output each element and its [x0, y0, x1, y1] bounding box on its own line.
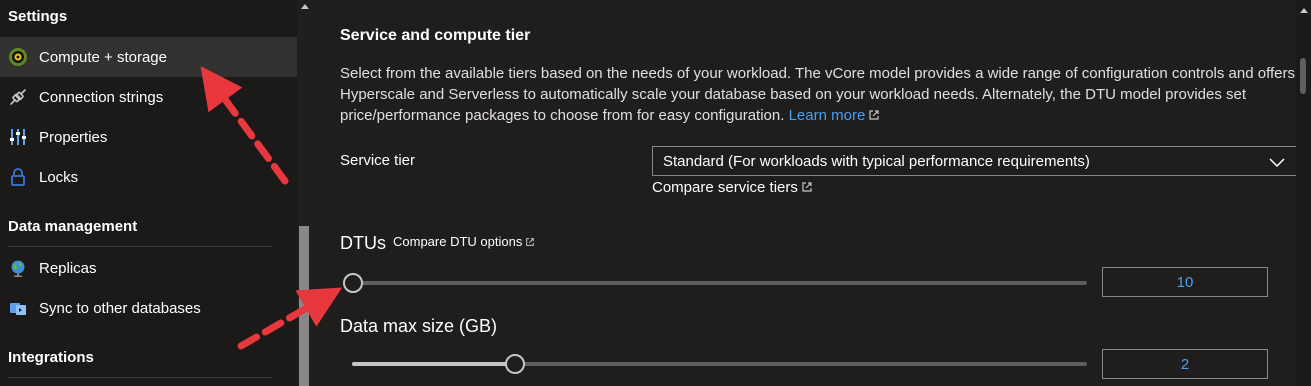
- lock-icon: [8, 167, 28, 187]
- section-divider: [8, 377, 272, 378]
- dtus-value: 10: [1176, 273, 1194, 291]
- compare-service-tiers-label: Compare service tiers: [652, 179, 798, 196]
- data-max-size-value: 2: [1180, 355, 1190, 373]
- scrollbar-thumb[interactable]: [1300, 58, 1306, 94]
- description: Select from the available tiers based on…: [340, 63, 1295, 127]
- sidebar-item-label: Locks: [39, 168, 79, 186]
- sync-icon: [8, 298, 28, 318]
- page-title: Service and compute tier: [340, 27, 531, 44]
- sidebar: Settings Compute + storage Connection st…: [0, 0, 297, 386]
- dtus-input[interactable]: 10: [1102, 267, 1268, 297]
- external-link-icon: [801, 180, 813, 197]
- properties-icon: [8, 127, 28, 147]
- sidebar-item-properties[interactable]: Properties: [0, 117, 297, 157]
- sidebar-item-label: Replicas: [39, 259, 97, 277]
- main-scrollbar[interactable]: [1296, 0, 1311, 386]
- sidebar-item-sync-to-other-databases[interactable]: Sync to other databases: [0, 288, 297, 328]
- service-tier-dropdown[interactable]: Standard (For workloads with typical per…: [652, 146, 1298, 176]
- slider-thumb[interactable]: [343, 273, 363, 293]
- scroll-up-arrow-icon[interactable]: [1300, 8, 1308, 13]
- compare-dtu-options-link[interactable]: Compare DTU options: [393, 234, 535, 250]
- section-divider: [8, 246, 272, 247]
- slider-track[interactable]: [352, 281, 1087, 285]
- external-link-icon: [868, 106, 880, 127]
- compute-storage-icon: [8, 47, 28, 67]
- globe-icon: [8, 258, 28, 278]
- data-max-size-label: Data max size (GB): [340, 316, 498, 336]
- chevron-down-icon: [1269, 155, 1285, 172]
- slider-thumb[interactable]: [504, 354, 525, 374]
- service-tier-value: Standard (For workloads with typical per…: [663, 152, 1090, 170]
- service-tier-label: Service tier: [340, 152, 416, 169]
- external-link-icon: [525, 235, 535, 250]
- plug-icon: [8, 87, 28, 107]
- sidebar-item-compute-storage[interactable]: Compute + storage: [0, 37, 297, 77]
- slider-fill: [352, 362, 514, 366]
- compare-dtu-options-label: Compare DTU options: [393, 234, 523, 249]
- section-header-data-management: Data management: [8, 218, 138, 235]
- dtus-label: DTUs: [340, 233, 386, 253]
- main-panel: Service and compute tier Select from the…: [314, 0, 1311, 386]
- data-max-size-input[interactable]: 2: [1102, 349, 1268, 379]
- sidebar-item-label: Connection strings: [39, 88, 164, 106]
- compare-service-tiers-link[interactable]: Compare service tiers: [652, 179, 813, 197]
- sidebar-item-replicas[interactable]: Replicas: [0, 248, 297, 288]
- sidebar-item-label: Sync to other databases: [39, 299, 201, 317]
- sidebar-item-connection-strings[interactable]: Connection strings: [0, 77, 297, 117]
- section-header-settings: Settings: [8, 8, 68, 25]
- learn-more-label: Learn more: [788, 107, 866, 124]
- sidebar-item-locks[interactable]: Locks: [0, 157, 297, 197]
- sidebar-scrollbar[interactable]: [297, 0, 314, 386]
- sidebar-item-label: Compute + storage: [39, 48, 167, 66]
- scrollbar-thumb[interactable]: [299, 226, 309, 386]
- learn-more-link[interactable]: Learn more: [789, 107, 881, 124]
- sidebar-item-label: Properties: [39, 128, 108, 146]
- section-header-integrations: Integrations: [8, 349, 94, 366]
- scroll-up-arrow-icon[interactable]: [301, 4, 309, 9]
